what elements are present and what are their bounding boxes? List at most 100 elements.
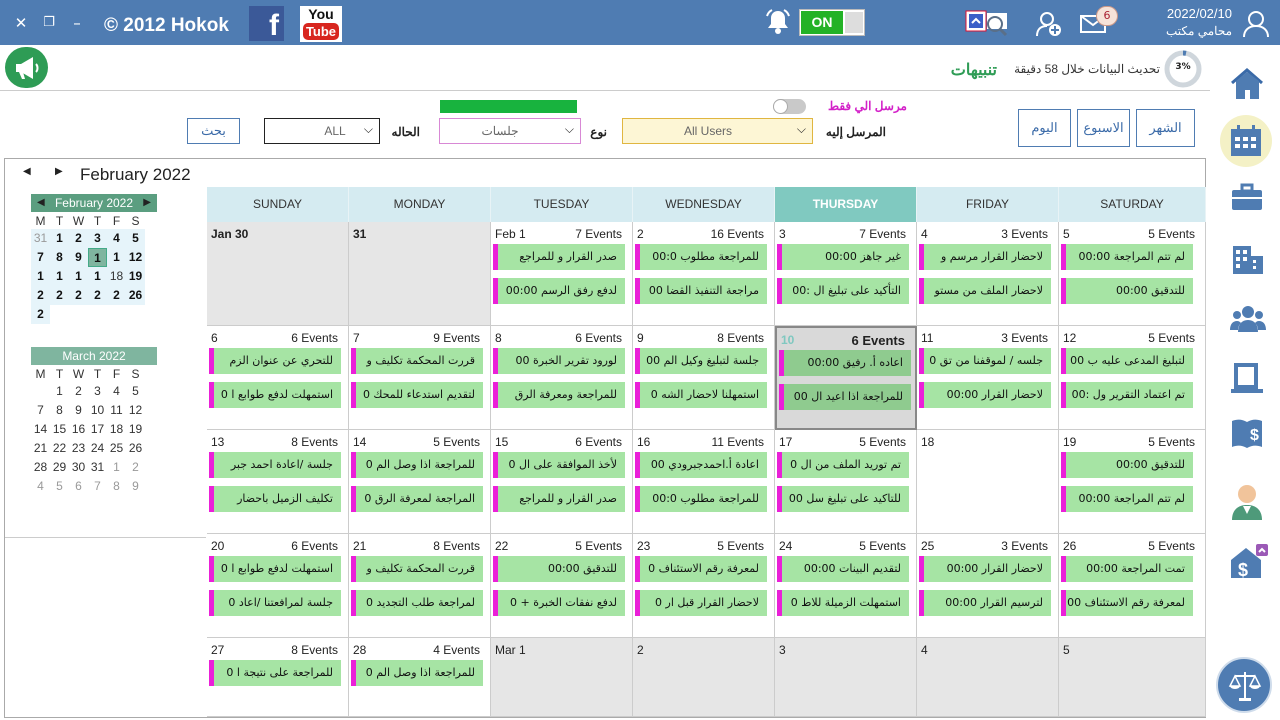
notifications-toggle[interactable]: ON — [799, 9, 865, 36]
mini-day[interactable]: 2 — [107, 286, 126, 305]
event-item[interactable]: لم تتم المراجعة 00:00 — [1061, 486, 1193, 512]
sidebar-item-home[interactable] — [1220, 57, 1272, 109]
mini-day[interactable]: 5 — [50, 477, 69, 496]
week-view-button[interactable]: الاسبوع — [1077, 109, 1130, 147]
event-item[interactable]: جلسة لتبليغ وكيل الم 00 — [635, 348, 767, 374]
recipient-select[interactable]: All Users ⌵ — [622, 118, 813, 144]
sidebar-item-calendar[interactable] — [1220, 115, 1272, 167]
day-cell[interactable]: Mar 1 — [491, 638, 633, 717]
event-item[interactable]: غير جاهز 00:00 — [777, 244, 909, 270]
mini-day[interactable]: 14 — [31, 420, 50, 439]
event-item[interactable]: جلسة لمرافعتنا /اعاد 0 — [209, 590, 341, 616]
event-item[interactable]: صدر القرار و للمراجع — [493, 244, 625, 270]
day-cell[interactable]: Feb 1 7 Events صدر القرار و للمراجع لدفع رف… — [491, 222, 633, 326]
type-select[interactable]: جلسات ⌵ — [439, 118, 581, 144]
event-item[interactable]: لورود تقرير الخبرة 00 — [493, 348, 625, 374]
event-count[interactable]: 11 Events — [712, 435, 764, 449]
day-cell[interactable]: 2 16 Events للمراجعة مطلوب 00:0 مراجعة التن… — [633, 222, 775, 326]
event-item[interactable]: لدفع رفق الرسم 00:00 — [493, 278, 625, 304]
event-item[interactable]: للمراجعة ومعرفة الرق — [493, 382, 625, 408]
sidebar-item-reports[interactable] — [1220, 351, 1272, 403]
day-cell[interactable]: 16 11 Events اعادة أ.احمدجبرودي 00 للمراجعة… — [633, 430, 775, 534]
event-count[interactable]: 6 Events — [575, 331, 622, 345]
event-item[interactable]: لاحضار الملف من مستو — [919, 278, 1051, 304]
mini-day[interactable]: 8 — [50, 248, 69, 267]
minimize-icon[interactable]: – — [68, 14, 86, 32]
event-item[interactable]: استمهلت لدفع طوابع ا 0 — [209, 382, 341, 408]
event-item[interactable]: لمعرفة رقم الاستئناف 00 — [1061, 590, 1193, 616]
day-cell[interactable]: 4 3 Events لاحضار القرار مرسم و لاحضار المل… — [917, 222, 1059, 326]
event-item[interactable]: جلسه / لموقفنا من تق 0 — [919, 348, 1051, 374]
event-count[interactable]: 7 Events — [859, 227, 906, 241]
mini-day[interactable]: 9 — [126, 477, 145, 496]
day-cell[interactable]: 23 5 Events لمعرفة رقم الاستئناف 0 لاحضار ا… — [633, 534, 775, 638]
event-item[interactable]: للمراجعة اذا وصل الم 0 — [351, 452, 483, 478]
mini-day[interactable]: 1 — [88, 267, 107, 286]
event-item[interactable]: لاحضار القرار قبل ار 0 — [635, 590, 767, 616]
day-cell[interactable]: 8 6 Events لورود تقرير الخبرة 00 للمراجعة و… — [491, 326, 633, 430]
mini-day[interactable]: 2 — [88, 286, 107, 305]
event-item[interactable]: لأخذ الموافقة على ال 0 — [493, 452, 625, 478]
day-cell[interactable]: 15 6 Events لأخذ الموافقة على ال 0 صدر القر… — [491, 430, 633, 534]
event-item[interactable]: للتدقيق 00:00 — [1061, 452, 1193, 478]
notifications-link[interactable]: تنبيهات — [935, 60, 997, 80]
mini-day[interactable]: 12 — [126, 248, 145, 267]
today-view-button[interactable]: اليوم — [1018, 109, 1071, 147]
close-icon[interactable]: ✕ — [12, 14, 30, 32]
event-item[interactable]: للتدقيق 00:00 — [1061, 278, 1193, 304]
event-item[interactable]: للتاكيد على تبليغ سل 00 — [777, 486, 909, 512]
sidebar-item-cases[interactable] — [1220, 171, 1272, 223]
sidebar-item-companies[interactable] — [1220, 233, 1272, 285]
mini-day[interactable]: 19 — [126, 267, 145, 286]
day-cell[interactable]: 10 6 Events اعاده أ. رفيق 00:00 للمراجعة اذ… — [775, 326, 917, 430]
event-item[interactable]: للمراجعة اذا اعيد ال 00 — [779, 384, 911, 410]
event-count[interactable]: 5 Events — [433, 435, 480, 449]
mini-day[interactable]: 1 — [107, 248, 126, 267]
day-cell[interactable]: 26 5 Events تمت المراجعة 00:00 لمعرفة رقم ا… — [1059, 534, 1206, 638]
event-item[interactable]: للمراجعة على نتيجة ا 0 — [209, 660, 341, 686]
mini-day[interactable]: 28 — [31, 458, 50, 477]
day-cell[interactable]: 19 5 Events للتدقيق 00:00 لم تتم المراجعة 0… — [1059, 430, 1206, 534]
mini-day[interactable]: 5 — [126, 229, 145, 248]
event-item[interactable]: استمهلنا لاحضار الشه 0 — [635, 382, 767, 408]
event-item[interactable]: لاحضار القرار 00:00 — [919, 556, 1051, 582]
status-select[interactable]: ALL ⌵ — [264, 118, 380, 144]
mini-day[interactable]: 2 — [31, 305, 50, 324]
event-item[interactable]: اعادة أ.احمدجبرودي 00 — [635, 452, 767, 478]
day-cell[interactable]: 11 3 Events جلسه / لموقفنا من تق 0 لاحضار ا… — [917, 326, 1059, 430]
day-cell[interactable]: 27 8 Events للمراجعة على نتيجة ا 0 — [207, 638, 349, 717]
mini-day[interactable]: 5 — [126, 382, 145, 401]
search-images-icon[interactable] — [965, 10, 1013, 42]
mini-day[interactable]: 3 — [88, 382, 107, 401]
user-profile-icon[interactable] — [1242, 10, 1270, 42]
mini-day[interactable]: 2 — [69, 286, 88, 305]
mini-day[interactable]: 26 — [126, 286, 145, 305]
mini-day[interactable]: 6 — [69, 477, 88, 496]
mini-day[interactable]: 25 — [107, 439, 126, 458]
event-item[interactable]: اعاده أ. رفيق 00:00 — [779, 350, 911, 376]
event-item[interactable]: قررت المحكمة تكليف و — [351, 556, 483, 582]
search-button[interactable]: بحث — [187, 118, 240, 144]
mini-day[interactable]: 23 — [69, 439, 88, 458]
event-item[interactable]: استمهلت الزميلة للاط 0 — [777, 590, 909, 616]
mini-prev-icon[interactable]: ◀ — [37, 194, 45, 212]
event-item[interactable]: للتحري عن عنوان الزم — [209, 348, 341, 374]
event-item[interactable]: للمراجعة اذا وصل الم 0 — [351, 660, 483, 686]
event-count[interactable]: 9 Events — [433, 331, 480, 345]
mini-day[interactable]: 31 — [88, 458, 107, 477]
mini-day[interactable]: 9 — [69, 248, 88, 267]
mini-day[interactable]: 24 — [88, 439, 107, 458]
mini-day[interactable]: 18 — [107, 267, 126, 286]
mini-day[interactable]: 4 — [107, 229, 126, 248]
day-cell[interactable]: 14 5 Events للمراجعة اذا وصل الم 0 المراجعة… — [349, 430, 491, 534]
day-cell[interactable]: 3 — [775, 638, 917, 717]
day-cell[interactable]: 17 5 Events تم توريد الملف من ال 0 للتاكيد … — [775, 430, 917, 534]
mini-day[interactable]: 2 — [126, 458, 145, 477]
event-count[interactable]: 5 Events — [575, 539, 622, 553]
mini-day[interactable]: 26 — [126, 439, 145, 458]
day-cell[interactable]: Jan 30 — [207, 222, 349, 326]
event-count[interactable]: 5 Events — [1148, 435, 1195, 449]
event-item[interactable]: لمراجعة طلب التجديد 0 — [351, 590, 483, 616]
event-count[interactable]: 5 Events — [859, 539, 906, 553]
day-cell[interactable]: 4 — [917, 638, 1059, 717]
